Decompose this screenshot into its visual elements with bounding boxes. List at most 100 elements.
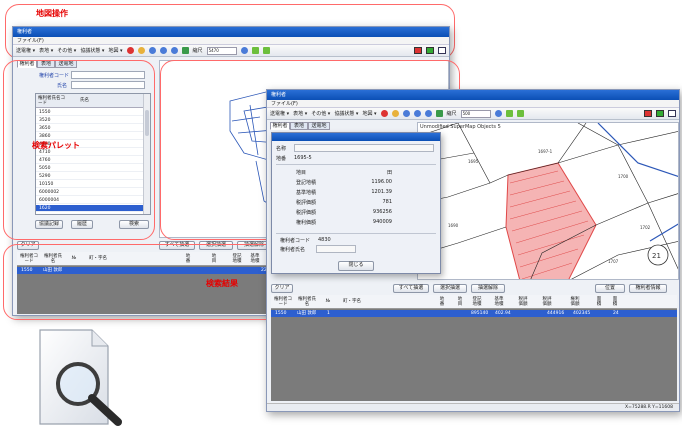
dialog-row-label: 権利価額 (296, 220, 317, 226)
detail-tab-land[interactable]: 表地 (290, 122, 308, 130)
dcol-owner-name: 権利者氏名 (298, 297, 316, 307)
dcol-number: № (325, 299, 331, 304)
dcol-owner-code: 権利者コード (274, 297, 292, 307)
detail-tab-transmission[interactable]: 送電地 (308, 122, 330, 130)
detail-split-green-icon[interactable] (656, 110, 664, 117)
window-split-green-icon[interactable] (426, 47, 434, 54)
detail-file-menu[interactable]: ファイル(F) (271, 101, 298, 107)
detail-window: 権利者 ファイル(F) 送電権 ▾ 表地 ▾ その他 ▾ 協議状態 ▾ 地図 ▾… (266, 89, 680, 412)
detail-menu-land[interactable]: 表地 ▾ (293, 110, 307, 117)
dialog-titlebar (272, 133, 440, 141)
detail-zoom-in-icon[interactable] (402, 110, 410, 117)
toolbar-menu-other[interactable]: その他 ▾ (57, 47, 76, 54)
cursor-icon[interactable] (126, 47, 134, 54)
detail-map-area[interactable]: Unmodified SuperMap Objects 5 1695 1697-… (417, 122, 679, 280)
svg-text:1707: 1707 (608, 259, 619, 264)
dcol-area-1: 面積 (596, 297, 602, 307)
detail-select-all-button[interactable]: すべて抽選 (393, 284, 429, 293)
toolbar-menu-agreement[interactable]: 協議状態 ▾ (80, 47, 104, 54)
toolbar-menu-transmission[interactable]: 送電権 ▾ (16, 47, 35, 54)
dialog-owner-code-label: 権利者コード (280, 238, 311, 244)
toolbar-menu-map[interactable]: 地図 ▾ (108, 47, 122, 54)
detail-scale-input[interactable]: 500 (460, 109, 491, 118)
dialog-name-field (294, 144, 434, 152)
drow-registered-area: 895140 (471, 311, 489, 316)
search-map-icon[interactable] (240, 47, 248, 54)
svg-text:1695: 1695 (468, 159, 479, 164)
dcol-chimoku: 地目 (457, 297, 463, 307)
dialog-row-label: 登記地積 (296, 180, 317, 186)
svg-text:1697-1: 1697-1 (538, 149, 553, 154)
detail-filter-clear-button[interactable]: 抽選解除 (471, 284, 505, 293)
hand-pan-icon[interactable] (137, 47, 145, 54)
main-toolbar: 送電権 ▾ 表地 ▾ その他 ▾ 協議状態 ▾ 地図 ▾ 縮尺 5470 (13, 45, 449, 57)
window-options-icon[interactable] (438, 47, 446, 54)
owner-info-button[interactable]: 権利者情報 (629, 284, 667, 293)
dcol-chiban: 地番 (439, 297, 445, 307)
zoom-in-icon[interactable] (148, 47, 156, 54)
detail-menu-map[interactable]: 地図 ▾ (362, 110, 376, 117)
svg-text:1702: 1702 (640, 225, 651, 230)
detail-menu-agreement[interactable]: 協議状態 ▾ (334, 110, 358, 117)
dialog-chiban-label: 地番 (276, 156, 287, 162)
document-search-svg (39, 329, 122, 426)
detail-result-area: 権利者コード 権利者氏名 № 町・字名 地番 地目 登記地積 基準地積 税評価額… (271, 295, 677, 401)
dialog-divider-2 (276, 233, 436, 234)
layer-icon[interactable] (181, 47, 189, 54)
dialog-row-label: 地目 (296, 170, 307, 176)
dialog-close-button[interactable]: 閉じる (338, 261, 374, 271)
parcel-map-svg: 1695 1697-1 1700 1702 1690 1707 21 (418, 123, 678, 279)
window-split-red-icon[interactable] (414, 47, 422, 54)
detail-zoom-fit-icon[interactable] (424, 110, 432, 117)
detail-cursor-icon[interactable] (380, 110, 388, 117)
dialog-row-label: 税評価額 (296, 210, 317, 216)
detail-pencil-edit-icon[interactable] (516, 110, 524, 117)
drow-tax-value: 444916 (547, 311, 565, 316)
dcol-tax-value-2: 税評価額 (542, 297, 552, 307)
dialog-owner-code-value: 4830 (318, 237, 331, 243)
main-window-titlebar: 権利者 (13, 27, 449, 37)
dcol-base-area: 基準地積 (494, 297, 504, 307)
detail-result-row[interactable]: 1550 山田 敦郎 1 895140 402.94 444916 402345… (271, 310, 677, 317)
main-menubar: ファイル(F) (13, 37, 449, 45)
zoom-out-icon[interactable] (159, 47, 167, 54)
detail-clear-button[interactable]: クリア (271, 284, 293, 293)
drow-owner-name: 山田 敦郎 (297, 311, 317, 316)
detail-scale-label: 縮尺 (446, 111, 457, 117)
detail-pencil-icon[interactable] (505, 110, 513, 117)
location-button[interactable]: 位置 (595, 284, 625, 293)
detail-statusbar: X=75288.R Y=11608 (267, 403, 679, 411)
dcol-town: 町・字名 (343, 299, 361, 304)
drow-base-area: 402.94 (495, 311, 511, 316)
dialog-row-value: 781 (382, 199, 392, 205)
toolbar-menu-land[interactable]: 表地 ▾ (39, 47, 53, 54)
zoom-fit-icon[interactable] (170, 47, 178, 54)
dialog-name-label: 名称 (276, 146, 287, 152)
svg-text:1690: 1690 (448, 223, 459, 228)
detail-window-titlebar: 権利者 (267, 90, 679, 100)
detail-options-icon[interactable] (668, 110, 676, 117)
dialog-row-value: 1196.00 (371, 179, 392, 185)
dialog-row-label: 税評価額 (296, 200, 317, 206)
detail-search-map-icon[interactable] (494, 110, 502, 117)
detail-result-header: 権利者コード 権利者氏名 № 町・字名 地番 地目 登記地積 基準地積 税評価額… (271, 295, 677, 309)
detail-split-red-icon[interactable] (644, 110, 652, 117)
file-menu[interactable]: ファイル(F) (17, 38, 44, 44)
pencil-icon[interactable] (251, 47, 259, 54)
pencil-edit-icon[interactable] (262, 47, 270, 54)
detail-select-filter-button[interactable]: 選択抽選 (433, 284, 467, 293)
detail-hand-pan-icon[interactable] (391, 110, 399, 117)
detail-tab-owner[interactable]: 権利者 (270, 122, 290, 130)
detail-menu-transmission[interactable]: 送電権 ▾ (270, 110, 289, 117)
dialog-row-value: 1201.39 (371, 189, 392, 195)
detail-menubar: ファイル(F) (267, 100, 679, 108)
detail-toolbar: 送電権 ▾ 表地 ▾ その他 ▾ 協議状態 ▾ 地図 ▾ 縮尺 500 (267, 108, 679, 120)
drow-area: 24 (613, 311, 619, 316)
drow-number: 1 (327, 311, 330, 316)
dialog-chiban-value: 1695-5 (294, 155, 312, 161)
detail-layer-icon[interactable] (435, 110, 443, 117)
dcol-registered-area: 登記地積 (472, 297, 482, 307)
detail-zoom-out-icon[interactable] (413, 110, 421, 117)
detail-menu-other[interactable]: その他 ▾ (311, 110, 330, 117)
scale-input[interactable]: 5470 (206, 46, 237, 55)
